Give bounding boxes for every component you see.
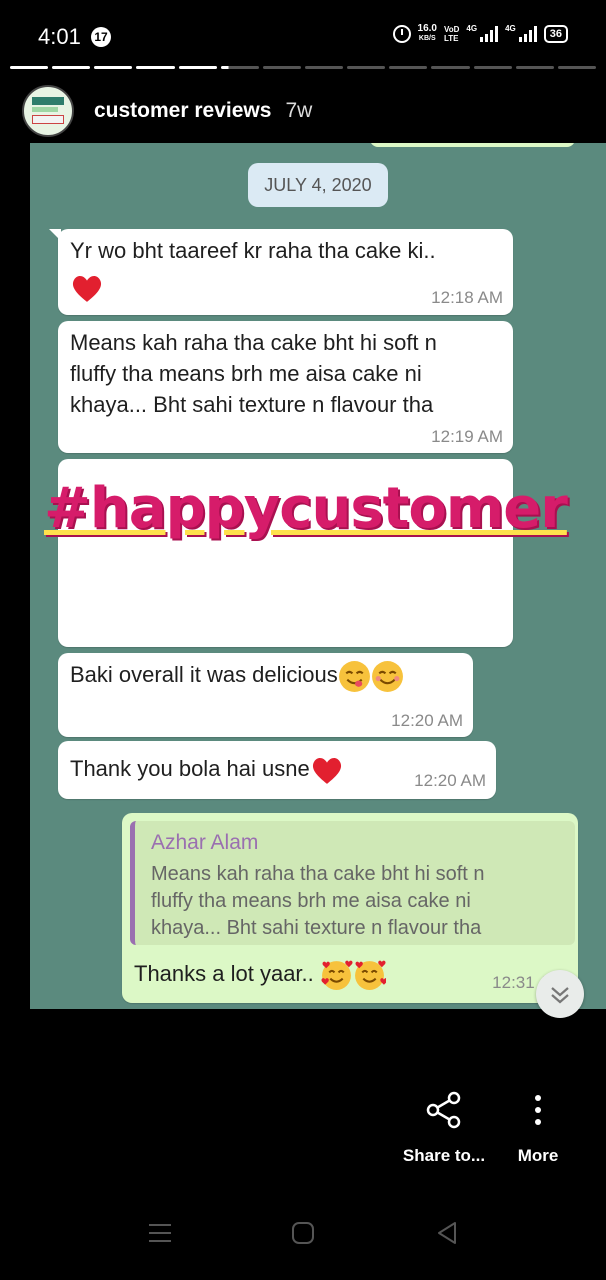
quoted-line: Means kah raha tha cake bht hi soft n: [151, 863, 485, 885]
smiling-hearts-emoji-icon: [353, 959, 388, 992]
message-bubble: Yr wo bht taareef kr raha tha cake ki.. …: [49, 229, 513, 315]
avatar[interactable]: [22, 85, 74, 137]
network-speed: 16.0 KB/S: [418, 24, 437, 44]
smiling-hearts-emoji-icon: [320, 959, 353, 992]
smile-emoji-icon: [371, 660, 404, 693]
message-text-content: Thanks a lot yaar..: [134, 961, 314, 986]
message-bubble: Means kah raha tha cake bht hi soft n fl…: [58, 321, 513, 453]
share-icon: [426, 1091, 461, 1129]
story-progress-segment: [347, 66, 386, 69]
message-text: Thank you bola hai usne: [70, 753, 344, 787]
red-heart-icon: [310, 753, 344, 787]
signal-2-icon: [518, 26, 537, 42]
quoted-line: khaya... Bht sahi texture n flavour tha: [151, 917, 482, 939]
story-progress-segment: [304, 66, 344, 69]
signal-1-label: 4G: [466, 24, 478, 33]
quoted-text: Means kah raha tha cake bht hi soft n fl…: [151, 861, 571, 942]
message-time: 12:20 AM: [414, 771, 486, 790]
story-progress-segment: [136, 66, 175, 69]
yum-emoji-icon: [338, 660, 371, 693]
story-progress-segment: [431, 66, 470, 69]
message-text: Yr wo bht taareef kr raha tha cake ki..: [70, 238, 436, 263]
story-progress-segment: [389, 66, 428, 69]
story-progress-segment: [94, 66, 133, 69]
volte-top-label: VoD: [444, 25, 460, 34]
clock: 4:01: [38, 24, 81, 49]
message-bubble: Baki overall it was delicious 12:20 AM: [58, 653, 473, 737]
hashtag-sticker[interactable]: #happycustomer: [44, 476, 568, 541]
scroll-to-bottom-button: [536, 970, 584, 1018]
recent-apps-icon[interactable]: [147, 1220, 173, 1246]
story-progress-segment: [262, 66, 301, 69]
story-username[interactable]: customer reviews: [94, 99, 271, 123]
chat-screenshot: JULY 4, 2020 Yr wo bht taareef kr raha t…: [30, 143, 606, 1009]
signal-1-icon: [480, 26, 499, 42]
message-text-content: Thank you bola hai usne: [70, 756, 310, 781]
story-progress-segment: [220, 66, 259, 69]
notification-count-badge: 17: [91, 27, 111, 47]
story-progress-segment: [473, 66, 512, 69]
date-chip: JULY 4, 2020: [248, 163, 388, 207]
story-progress-bar: [10, 66, 596, 69]
share-button[interactable]: Share to...: [398, 1090, 490, 1166]
story-progress-segment: [10, 66, 49, 69]
home-icon[interactable]: [290, 1220, 316, 1246]
message-text: Thanks a lot yaar..: [134, 958, 388, 992]
message-line: fluffy tha means brh me aisa cake ni: [70, 361, 422, 386]
message-time: 12:19 AM: [431, 427, 503, 446]
message-time: 12:20 AM: [391, 711, 463, 730]
volte-bottom-label: LTE: [444, 34, 459, 43]
volte-icon: VoD LTE: [444, 25, 459, 43]
message-text-content: Baki overall it was delicious: [70, 662, 338, 687]
signal-2-label: 4G: [505, 24, 516, 33]
story-age: 7w: [285, 99, 313, 122]
story-progress-segment: [178, 66, 217, 69]
status-icons: 16.0 KB/S VoD LTE 4G 4G 36: [392, 24, 568, 44]
network-speed-value: 16.0: [417, 23, 437, 34]
message-time: 12:18 AM: [431, 288, 503, 307]
network-speed-unit: KB/S: [418, 35, 436, 42]
outgoing-message-bubble: Azhar Alam Means kah raha tha cake bht h…: [122, 813, 578, 1003]
message-line: khaya... Bht sahi texture n flavour tha: [70, 392, 434, 417]
message-line: Means kah raha tha cake bht hi soft n: [70, 330, 437, 355]
quoted-line: fluffy tha means brh me aisa cake ni: [151, 890, 471, 912]
message-bubble: Thank you bola hai usne 12:20 AM: [58, 741, 496, 799]
previous-message-stub: [370, 143, 575, 147]
share-label: Share to...: [402, 1146, 486, 1165]
alarm-icon: [392, 25, 411, 43]
back-icon[interactable]: [434, 1220, 460, 1246]
story-progress-segment: [557, 66, 596, 69]
more-vertical-icon: [535, 1095, 541, 1125]
story-progress-segment: [515, 66, 554, 69]
quoted-author: Azhar Alam: [151, 831, 259, 854]
system-navigation-bar: [0, 1190, 606, 1280]
status-bar: 4:01 17 16.0 KB/S VoD LTE 4G 4G 36: [0, 0, 606, 68]
message-text: Baki overall it was delicious: [70, 659, 404, 693]
red-heart-icon: [70, 271, 104, 305]
more-label: More: [517, 1146, 559, 1165]
more-button[interactable]: More: [508, 1090, 568, 1166]
story-progress-segment: [52, 66, 91, 69]
quoted-message: Azhar Alam Means kah raha tha cake bht h…: [130, 821, 575, 945]
battery-icon: 36: [543, 25, 568, 43]
message-text: Means kah raha tha cake bht hi soft n fl…: [70, 327, 437, 420]
story-header[interactable]: customer reviews 7w: [22, 82, 312, 140]
